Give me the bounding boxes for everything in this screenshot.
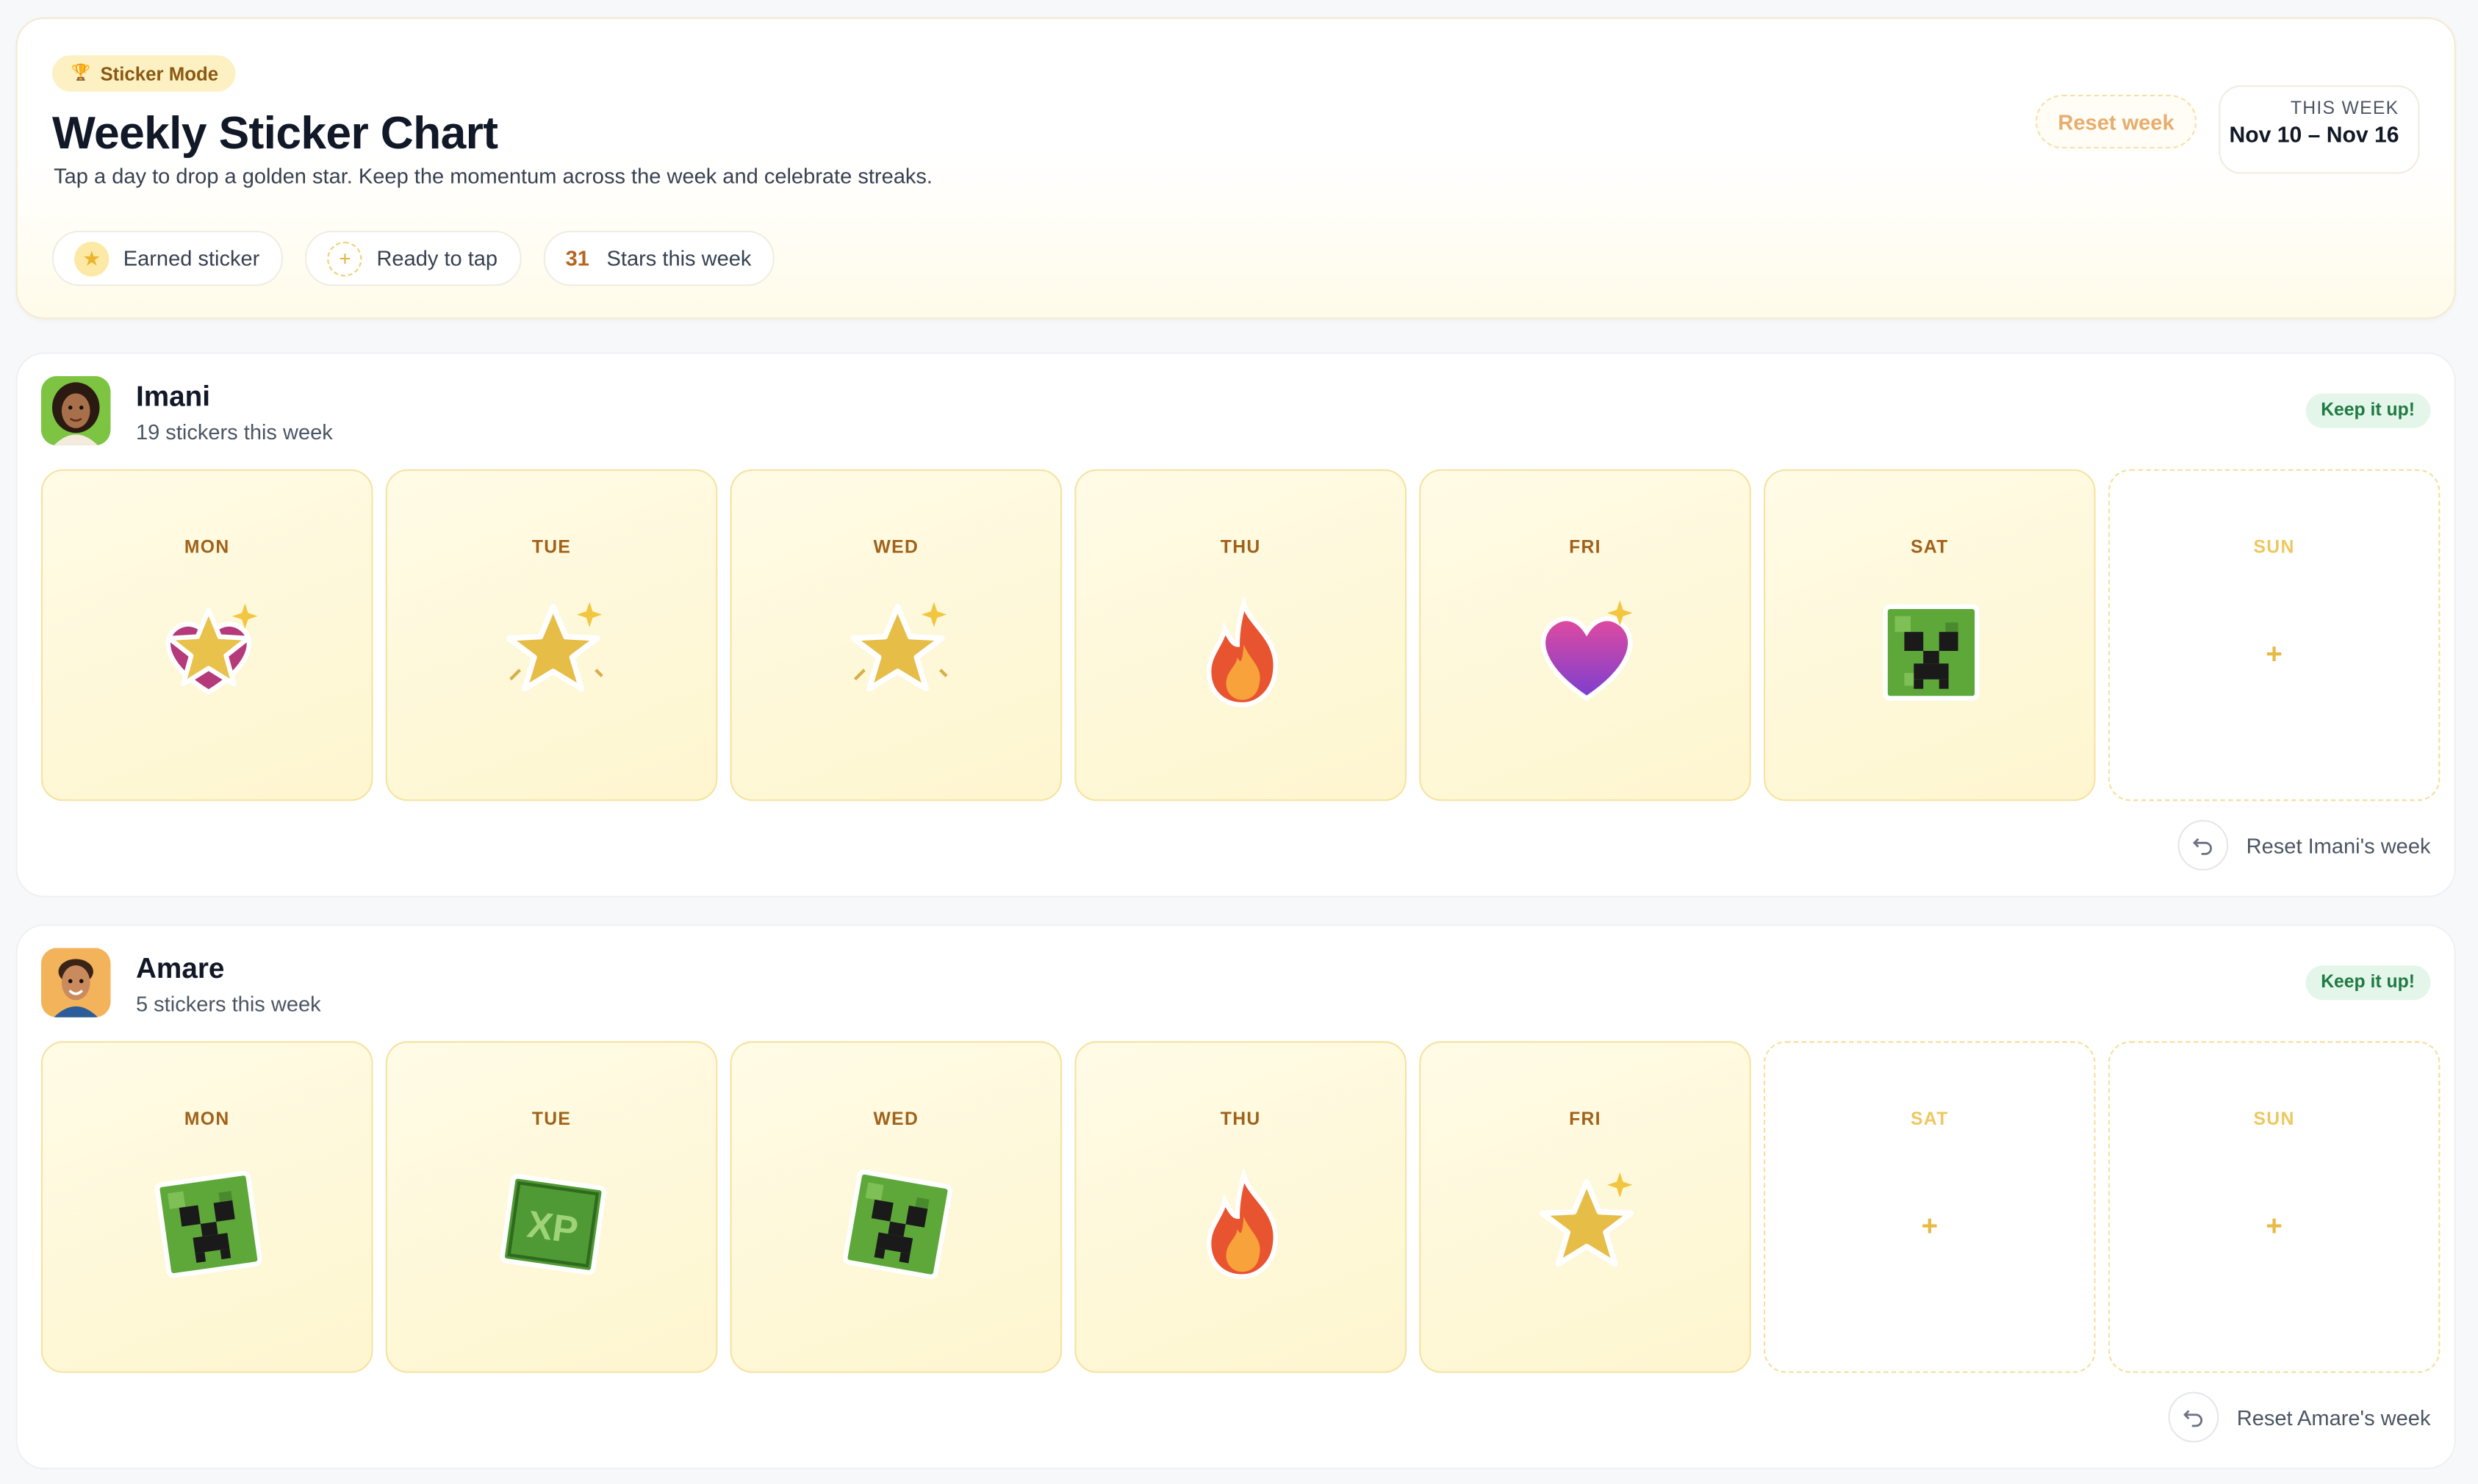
day-tile-wed[interactable]: WED [730,1041,1063,1373]
avatar [40,375,111,446]
plus-icon: + [327,240,363,276]
creeper-sticker-icon [1876,597,1987,708]
week-range: Nov 10 – Nov 16 [2229,121,2399,147]
sticker-mode-badge: 🏆 Sticker Mode [51,55,236,92]
day-tile-sun[interactable]: SUN + [2108,1041,2441,1373]
page-subtitle: Tap a day to drop a golden star. Keep th… [54,164,933,188]
page-title: Weekly Sticker Chart [51,109,498,160]
add-sticker-icon: + [2266,638,2283,670]
day-label: TUE [531,539,572,558]
legend-earned: ★ Earned sticker [51,230,284,287]
kid-card-amare: Amare 5 stickers this week Keep it up! M… [15,924,2456,1469]
reset-kid-week-label: Reset Imani's week [2246,833,2431,857]
day-tile-sun[interactable]: SUN + [2108,469,2441,802]
heart-sticker-icon [1531,597,1642,708]
kid-sticker-count: 19 stickers this week [135,420,333,444]
day-tile-fri[interactable]: FRI [1419,1041,1751,1373]
day-label: TUE [531,1110,572,1130]
undo-icon [2169,1391,2220,1443]
week-range-box: THIS WEEK Nov 10 – Nov 16 [2219,85,2420,174]
legend-ready-label: Ready to tap [376,246,498,270]
trophy-icon: 🏆 [71,65,91,82]
reset-kid-week-button[interactable]: Reset Imani's week [2178,820,2430,871]
undo-icon [2178,820,2230,871]
status-badge: Keep it up! [2305,393,2431,428]
day-label: SUN [2253,1110,2295,1130]
add-sticker-icon: + [2266,1210,2283,1242]
star-shine-sticker-icon [842,597,953,708]
day-tile-sat[interactable]: SAT [1763,469,2096,802]
kid-sticker-count: 5 stickers this week [135,992,321,1016]
legend-ready: + Ready to tap [305,230,522,287]
status-badge: Keep it up! [2305,965,2431,1001]
kid-name: Amare [135,952,225,984]
day-label: WED [873,1110,919,1130]
star-heart-sticker-icon [154,597,265,708]
header-card: 🏆 Sticker Mode Weekly Sticker Chart Tap … [15,17,2456,320]
legend-earned-label: Earned sticker [123,246,260,270]
day-label: FRI [1569,539,1601,558]
creeper-sticker-icon [154,1169,265,1280]
svg-text:XP: XP [525,1203,581,1252]
reset-kid-week-button[interactable]: Reset Amare's week [2169,1391,2431,1443]
fire-sticker-icon [1187,594,1298,708]
kid-card-imani: Imani 19 stickers this week Keep it up! … [15,352,2456,898]
day-tile-tue[interactable]: TUE XP [385,1041,718,1373]
star-sticker-icon [1531,1169,1642,1280]
fire-sticker-icon [1187,1166,1298,1280]
day-label: THU [1220,1110,1261,1130]
star-icon: ★ [74,240,109,276]
day-label: SAT [1911,539,1949,558]
star-shine-sticker-icon [498,597,608,708]
kid-name: Imani [135,381,211,413]
creeper-sticker-icon [842,1169,953,1280]
day-tile-mon[interactable]: MON [40,469,373,802]
day-grid: MON TUE XP WED THU FRI SAT + SUN + [40,1041,2441,1373]
day-label: MON [184,1110,230,1130]
day-label: SUN [2253,539,2295,558]
xp-block-sticker-icon: XP [498,1169,608,1280]
stars-label: Stars this week [606,246,752,270]
day-label: THU [1220,539,1261,558]
sticker-mode-label: Sticker Mode [100,62,219,85]
stars-this-week: 31 Stars this week [543,230,775,287]
day-tile-thu[interactable]: THU [1074,469,1407,802]
day-grid: MON TUE WED THU FRI SAT SUN + [40,469,2441,802]
day-tile-sat[interactable]: SAT + [1763,1041,2096,1373]
day-tile-mon[interactable]: MON [40,1041,373,1373]
day-tile-tue[interactable]: TUE [385,469,718,802]
reset-week-button[interactable]: Reset week [2035,95,2197,149]
day-label: FRI [1569,1110,1601,1130]
stars-count: 31 [565,246,589,270]
day-tile-thu[interactable]: THU [1074,1041,1407,1373]
day-tile-fri[interactable]: FRI [1419,469,1751,802]
day-label: WED [873,539,919,558]
day-label: SAT [1911,1110,1949,1130]
week-label: THIS WEEK [2290,99,2399,119]
add-sticker-icon: + [1921,1210,1939,1242]
avatar [40,948,111,1017]
day-tile-wed[interactable]: WED [730,469,1063,802]
day-label: MON [184,539,230,558]
legend: ★ Earned sticker + Ready to tap 31 Stars… [51,230,775,287]
reset-kid-week-label: Reset Amare's week [2236,1405,2431,1430]
